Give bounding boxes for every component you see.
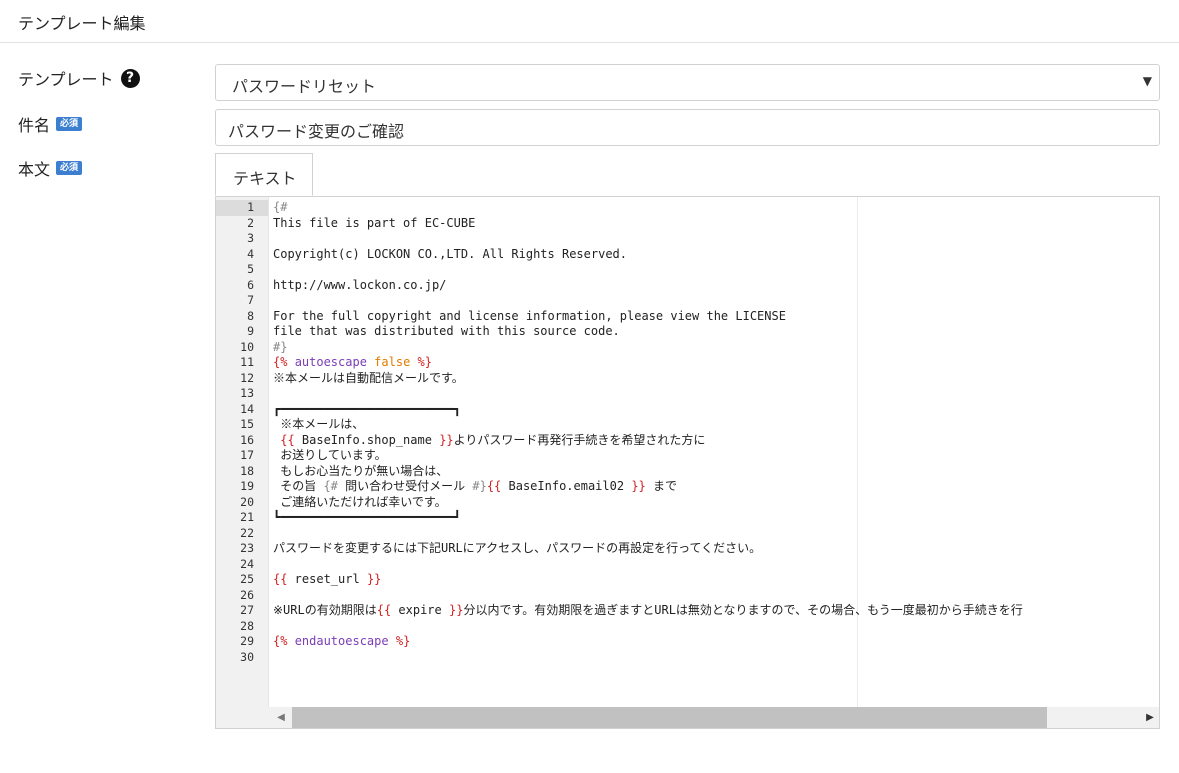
code-text: ┗━━━━━━━━━━━━━━━━━━━━━━━━┛ — [273, 510, 461, 524]
line-number: 14 — [240, 401, 254, 416]
line-number: 16 — [240, 432, 254, 447]
line-number: 10 — [240, 339, 254, 354]
code-text: {{ BaseInfo.shop_name }}よりパスワード再発行手続きを希望… — [280, 432, 706, 447]
line-number: 25 — [240, 572, 254, 586]
line-number: 27 — [240, 603, 254, 617]
print-margin — [857, 197, 858, 707]
required-badge: 必須 — [56, 160, 83, 176]
required-badge: 必須 — [56, 116, 83, 132]
tab-text-label: テキスト — [233, 169, 297, 188]
line-number: 28 — [240, 618, 254, 633]
page-title: テンプレート編集 — [18, 14, 146, 33]
line-number: 3 — [247, 231, 254, 245]
code-text: {% autoescape false %} — [273, 355, 432, 369]
code-text: パスワードを変更するには下記URLにアクセスし、パスワードの再設定を行ってくださ… — [273, 541, 762, 555]
line-number: 23 — [240, 541, 254, 555]
question-circle-icon[interactable]: ? — [120, 68, 140, 88]
line-number: 9 — [247, 324, 254, 338]
code-text: ※URLの有効期限は{{ expire }}分以内です。有効期限を過ぎますとUR… — [273, 603, 1023, 617]
line-number: 19 — [240, 479, 254, 493]
line-number: 22 — [240, 525, 254, 540]
code-text: お送りしています。 — [273, 448, 387, 462]
line-number: 6 — [247, 277, 254, 292]
code-text: {% endautoescape %} — [273, 634, 411, 648]
line-number: 29 — [240, 634, 254, 648]
scroll-right-icon[interactable]: ▶ — [1141, 707, 1159, 728]
scroll-thumb[interactable] — [292, 707, 1047, 728]
horizontal-scrollbar[interactable]: ◀ ▶ — [216, 707, 1159, 728]
line-number: 12 — [240, 370, 254, 385]
subject-label: 件名 必須 — [18, 112, 83, 136]
code-text: {# — [273, 200, 288, 214]
line-number: 13 — [240, 386, 254, 400]
line-number: 30 — [240, 649, 254, 664]
code-text: ご連絡いただければ幸いです。 — [273, 494, 447, 509]
line-number: 5 — [247, 262, 254, 276]
line-number: 21 — [240, 510, 254, 524]
line-number: 17 — [240, 448, 254, 462]
line-number: 8 — [247, 308, 254, 323]
line-number: 18 — [240, 463, 254, 478]
template-select-value: パスワードリセット — [232, 77, 377, 96]
code-text: {{ reset_url }} — [273, 572, 382, 586]
code-text: ※本メールは自動配信メールです。 — [273, 370, 464, 385]
chevron-down-icon: ▼ — [1142, 74, 1152, 88]
code-text: http://www.lockon.co.jp/ — [273, 277, 447, 292]
tab-text[interactable]: テキスト — [215, 153, 313, 196]
code-text: ┏━━━━━━━━━━━━━━━━━━━━━━━━┓ — [273, 401, 461, 416]
code-text: This file is part of EC-CUBE — [273, 215, 476, 230]
code-text: #} — [273, 339, 288, 354]
code-text: もしお心当たりが無い場合は、 — [273, 463, 449, 478]
code-text: Copyright(c) LOCKON CO.,LTD. All Rights … — [273, 246, 628, 261]
line-number: 11 — [240, 355, 254, 369]
line-number: 24 — [240, 556, 254, 571]
code-text: For the full copyright and license infor… — [273, 308, 786, 323]
subject-input-value: パスワード変更のご確認 — [228, 122, 405, 141]
template-label: テンプレート ? — [18, 66, 140, 90]
line-number: 7 — [247, 293, 254, 307]
line-number: 1 — [247, 200, 254, 214]
line-number: 2 — [247, 215, 254, 230]
line-number: 4 — [247, 246, 254, 261]
body-label: 本文 必須 — [18, 156, 83, 180]
template-select[interactable]: パスワードリセット ▼ — [215, 64, 1160, 101]
line-number: 15 — [240, 417, 254, 431]
code-text: file that was distributed with this sour… — [273, 324, 620, 338]
code-text: ※本メールは、 — [273, 417, 365, 431]
subject-input[interactable]: パスワード変更のご確認 — [215, 109, 1160, 146]
scroll-left-icon[interactable]: ◀ — [272, 707, 290, 728]
line-number: 26 — [240, 587, 254, 602]
line-number: 20 — [240, 494, 254, 509]
code-editor[interactable]: 1 {# 2 This file is part of EC-CUBE 3 4 Copyri… — [215, 196, 1160, 729]
page-header: テンプレート編集 — [0, 0, 1179, 43]
code-text: その旨 {# 問い合わせ受付メール #}{{ BaseInfo.email02 … — [273, 479, 677, 493]
